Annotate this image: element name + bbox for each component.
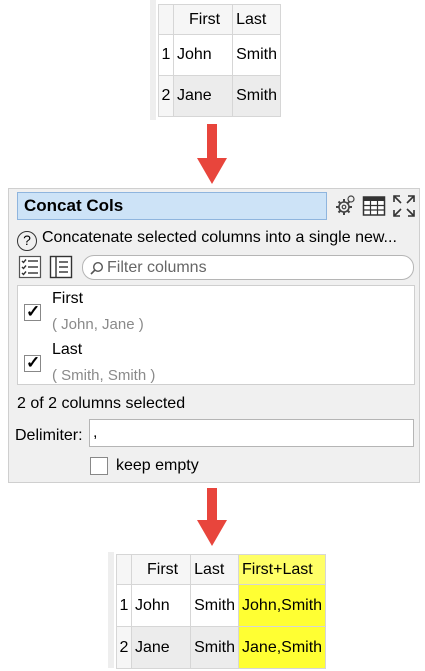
table-cell[interactable]: Smith <box>232 34 282 76</box>
column-values: ( John, Jane ) <box>52 316 144 333</box>
table-cell[interactable]: Smith <box>190 626 240 669</box>
column-header[interactable]: Last <box>190 554 240 585</box>
column-values: ( Smith, Smith ) <box>52 367 156 384</box>
concat-cols-dialog: Concat Cols ? Concatenate selected colum… <box>8 188 420 483</box>
row-number: 2 <box>158 75 174 117</box>
table-cell[interactable]: John <box>130 584 192 627</box>
column-list-button[interactable] <box>49 255 73 279</box>
column-header[interactable]: First <box>130 554 192 585</box>
column-name: First <box>52 290 84 307</box>
keep-empty-label: keep empty <box>116 457 199 474</box>
torn-edge <box>108 552 114 668</box>
column-list: ✓ First ( John, Jane ) ✓ Last ( Smith, S… <box>17 285 415 385</box>
delimiter-label: Delimiter: <box>15 427 83 444</box>
column-header[interactable]: First <box>172 4 234 35</box>
select-all-button[interactable] <box>18 255 42 279</box>
table-cell[interactable]: Jane <box>130 626 192 669</box>
output-table: First Last First+Last 1 John Smith John,… <box>116 554 327 669</box>
table-corner <box>116 554 132 585</box>
column-name: Last <box>52 341 83 358</box>
filter-columns-input[interactable]: Filter columns <box>82 255 414 280</box>
table-view-button[interactable] <box>359 192 389 220</box>
help-icon[interactable]: ? <box>17 231 37 251</box>
checkmark-icon: ✓ <box>26 353 41 372</box>
column-checkbox[interactable]: ✓ <box>24 302 41 321</box>
selection-count: 2 of 2 columns selected <box>17 395 186 412</box>
delimiter-input[interactable]: , <box>89 419 414 447</box>
row-number: 1 <box>116 584 132 627</box>
table-icon <box>362 196 386 216</box>
description-text: Concatenate selected columns into a sing… <box>42 229 397 246</box>
table-cell[interactable]: Smith <box>190 584 240 627</box>
maximize-button[interactable] <box>389 192 419 220</box>
down-arrow-icon <box>197 124 227 184</box>
table-corner <box>158 4 174 35</box>
dialog-title[interactable]: Concat Cols <box>17 192 327 220</box>
input-table: First Last 1 John Smith 2 Jane Smith <box>158 4 282 117</box>
down-arrow-icon <box>197 488 227 546</box>
filter-placeholder: Filter columns <box>107 259 207 276</box>
table-cell[interactable]: Smith <box>232 75 282 117</box>
checklist-icon <box>18 255 42 279</box>
gear-icon <box>336 195 355 215</box>
column-header[interactable]: First+Last <box>238 554 327 585</box>
table-cell[interactable]: John <box>172 34 234 76</box>
table-cell[interactable]: Jane,Smith <box>238 626 327 669</box>
column-checkbox[interactable]: ✓ <box>24 353 41 372</box>
search-icon <box>90 261 104 275</box>
torn-edge <box>150 0 156 120</box>
keep-empty-checkbox[interactable] <box>90 457 108 475</box>
settings-button[interactable] <box>329 192 359 220</box>
row-number: 2 <box>116 626 132 669</box>
dialog-description: ? Concatenate selected columns into a sin… <box>17 229 397 251</box>
checkmark-icon: ✓ <box>26 302 41 321</box>
table-cell[interactable]: John,Smith <box>238 584 327 627</box>
row-number: 1 <box>158 34 174 76</box>
column-header[interactable]: Last <box>232 4 282 35</box>
table-cell[interactable]: Jane <box>172 75 234 117</box>
list-icon <box>49 255 73 279</box>
expand-icon <box>393 195 415 217</box>
